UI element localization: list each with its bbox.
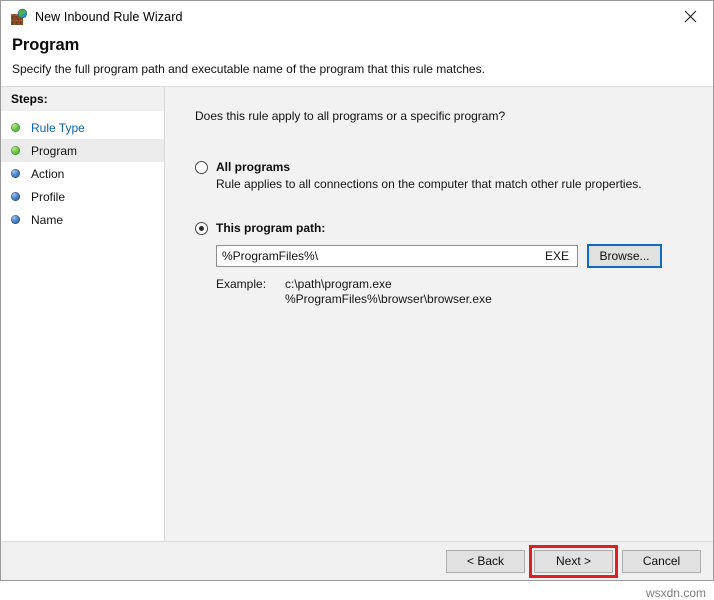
radio-icon [195,222,208,235]
step-bullet-icon [11,169,20,178]
sidebar-item-label: Profile [31,190,65,204]
page-header: Program Specify the full program path an… [1,32,713,87]
program-path-input[interactable]: %ProgramFiles%\ EXE [216,245,578,267]
radio-program-path[interactable]: This program path: [195,221,713,235]
program-path-suffix: EXE [545,249,571,263]
example-values: c:\path\program.exe %ProgramFiles%\brows… [285,277,492,307]
example-row: Example: c:\path\program.exe %ProgramFil… [216,277,713,307]
sidebar-item-rule-type[interactable]: Rule Type [1,116,164,139]
step-bullet-icon [11,215,20,224]
sidebar-item-program[interactable]: Program [1,139,164,162]
all-programs-description: Rule applies to all connections on the c… [216,177,713,191]
program-path-value: %ProgramFiles%\ [222,249,545,263]
sidebar-item-label: Name [31,213,63,227]
radio-all-programs[interactable]: All programs [195,160,713,174]
step-bullet-icon [11,146,20,155]
window-title: New Inbound Rule Wizard [35,10,183,24]
step-bullet-icon [11,192,20,201]
option-program-path: This program path: %ProgramFiles%\ EXE B… [195,221,713,307]
step-bullet-icon [11,123,20,132]
wizard-footer: < Back Next > Cancel wsxdn.com [1,541,713,580]
radio-program-path-label: This program path: [216,221,325,235]
radio-all-programs-label: All programs [216,160,290,174]
example-line-2: %ProgramFiles%\browser\browser.exe [285,292,492,307]
sidebar-item-label: Action [31,167,64,181]
option-all-programs: All programs Rule applies to all connect… [195,160,713,191]
wizard-window: New Inbound Rule Wizard Program Specify … [0,0,714,581]
steps-list: Rule Type Program Action Profile Name [1,112,164,231]
firewall-globe-icon [10,8,28,26]
browse-button[interactable]: Browse... [587,244,662,268]
next-button[interactable]: Next > [534,550,613,573]
main-content: Does this rule apply to all programs or … [165,87,713,541]
sidebar-item-label: Program [31,144,77,158]
steps-sidebar: Steps: Rule Type Program Action Profile [1,87,165,541]
page-title: Program [12,36,713,55]
question-text: Does this rule apply to all programs or … [195,109,713,123]
sidebar-item-profile[interactable]: Profile [1,185,164,208]
back-button[interactable]: < Back [446,550,525,573]
close-icon[interactable] [668,1,713,31]
sidebar-item-name[interactable]: Name [1,208,164,231]
sidebar-item-label: Rule Type [31,121,85,135]
example-line-1: c:\path\program.exe [285,277,492,292]
cancel-button[interactable]: Cancel [622,550,701,573]
program-path-row: %ProgramFiles%\ EXE Browse... [216,244,713,268]
example-label: Example: [216,277,285,307]
wizard-body: Steps: Rule Type Program Action Profile [1,87,713,541]
steps-header: Steps: [1,87,164,112]
title-bar: New Inbound Rule Wizard [1,1,713,32]
watermark: wsxdn.com [646,586,706,600]
sidebar-item-action[interactable]: Action [1,162,164,185]
radio-icon [195,161,208,174]
page-subtitle: Specify the full program path and execut… [12,62,713,76]
